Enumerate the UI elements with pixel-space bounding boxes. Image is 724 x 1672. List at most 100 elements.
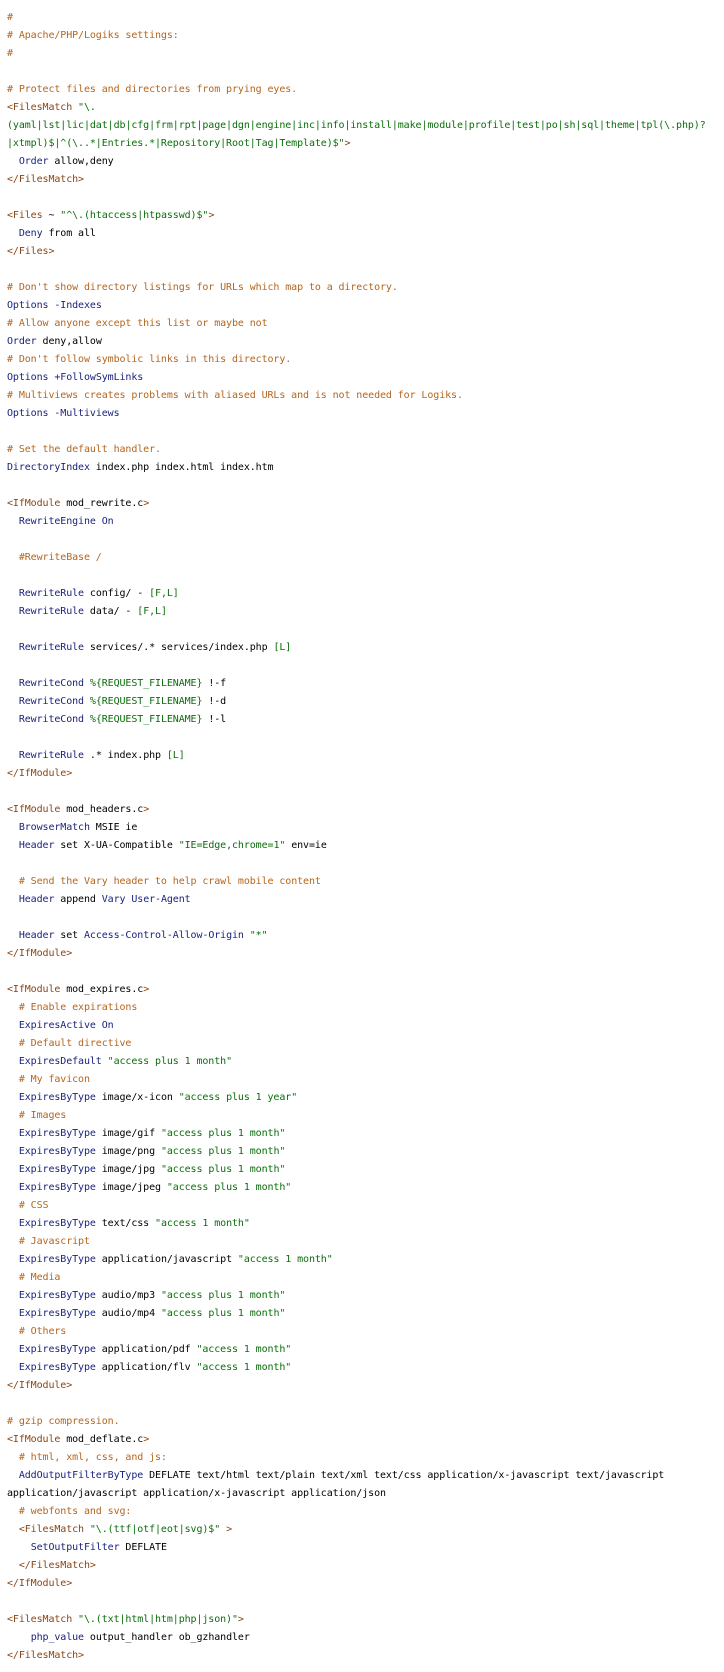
code-line: RewriteRule data/ - [F,L] (7, 603, 724, 621)
directive-token: ExpiresByType (18, 1344, 96, 1355)
code-line: # Set the default handler. (7, 441, 724, 459)
comment-token: # webfonts and svg: (18, 1506, 132, 1517)
text-token: application/pdf (95, 1344, 197, 1355)
text-token: !-d (202, 696, 227, 707)
code-line: RewriteRule config/ - [F,L] (7, 585, 724, 603)
tag-token: > (226, 1524, 232, 1535)
text-token: set X-UA-Compatible (54, 840, 179, 851)
string-token: "access plus 1 month" (160, 1164, 286, 1175)
string-token: "access plus 1 year" (178, 1092, 298, 1103)
code-line: |xtmpl)$|^(\..*|Entries.*|Repository|Roo… (7, 135, 724, 153)
code-line: RewriteCond %{REQUEST_FILENAME} !-f (7, 675, 724, 693)
code-line: # (7, 45, 724, 63)
string-token: "^\.(htaccess|htpasswd)$" (60, 210, 209, 221)
text-token: image/png (95, 1146, 161, 1157)
text-token: DEFLATE text/html text/plain text/xml te… (143, 1470, 665, 1481)
directive-token: ExpiresByType (18, 1254, 96, 1265)
code-line: ExpiresByType audio/mp4 "access plus 1 m… (7, 1305, 724, 1323)
directive-token: Header (18, 840, 55, 851)
code-line: php_value output_handler ob_gzhandler (7, 1629, 724, 1647)
string-token: [L] (273, 642, 292, 653)
directive-token: RewriteRule (18, 588, 84, 599)
comment-token: # Don't show directory listings for URLs… (7, 282, 398, 293)
comment-token: # Set the default handler. (7, 444, 161, 455)
text-token: mod_headers.c (66, 804, 144, 815)
code-line: # html, xml, css, and js: (7, 1449, 724, 1467)
string-token: "access 1 month" (237, 1254, 333, 1265)
tag-token: > (143, 1434, 150, 1445)
comment-token: # (7, 48, 13, 59)
code-line: </Files> (7, 243, 724, 261)
code-line: </FilesMatch> (7, 171, 724, 189)
text-token: allow,deny (48, 156, 114, 167)
comment-token: # Javascript (18, 1236, 90, 1247)
code-line: Options -Indexes (7, 297, 724, 315)
code-view: # # Apache/PHP/Logiks settings: # # Protec… (0, 0, 724, 1665)
code-line: ExpiresDefault "access plus 1 month" (7, 1053, 724, 1071)
directive-token: ExpiresByType (18, 1128, 96, 1139)
directive-token: RewriteCond (18, 714, 84, 725)
code-line: #RewriteBase / (7, 549, 724, 567)
code-line: # Images (7, 1107, 724, 1125)
tag-token: </FilesMatch> (18, 1560, 96, 1571)
comment-token: # Default directive (18, 1038, 132, 1049)
directive-token: RewriteRule (18, 642, 84, 653)
code-line: ExpiresByType text/css "access 1 month" (7, 1215, 724, 1233)
text-token: ~ (48, 210, 61, 221)
directive-token: ExpiresActive (18, 1020, 96, 1031)
directive-token: RewriteCond (18, 678, 84, 689)
directive-token: BrowserMatch (18, 822, 90, 833)
comment-token: # Media (18, 1272, 61, 1283)
text-token: image/gif (95, 1128, 161, 1139)
comment-token: # CSS (18, 1200, 49, 1211)
code-line: # Media (7, 1269, 724, 1287)
directive-token: ExpiresByType (18, 1362, 96, 1373)
tag-token: </IfModule> (7, 948, 73, 959)
text-token: text/css (95, 1218, 156, 1229)
text-token: config/ - (83, 588, 150, 599)
directive-token: Access-Control-Allow-Origin (83, 930, 244, 941)
code-line: # Protect files and directories from pry… (7, 81, 724, 99)
tag-token: > (344, 138, 351, 149)
tag-token: <IfModule (7, 804, 67, 815)
text-token: output_handler ob_gzhandler (83, 1632, 250, 1643)
directive-token: DirectoryIndex (7, 462, 90, 473)
directive-token: -Multiviews (54, 408, 120, 419)
code-line: Order allow,deny (7, 153, 724, 171)
code-line: RewriteCond %{REQUEST_FILENAME} !-d (7, 693, 724, 711)
string-token: [F,L] (149, 588, 179, 599)
code-line: # Don't follow symbolic links in this di… (7, 351, 724, 369)
string-token: %{REQUEST_FILENAME} (89, 678, 203, 689)
text-token: .* index.php (83, 750, 167, 761)
text-token: DEFLATE (119, 1542, 167, 1553)
string-token: (yaml|lst|lic|dat|db|cfg|frm|rpt|page|dg… (7, 120, 706, 131)
comment-token: # Send the Vary header to help crawl mob… (18, 876, 321, 887)
text-token: application/javascript (95, 1254, 238, 1265)
tag-token: </IfModule> (7, 1380, 73, 1391)
code-line: RewriteRule .* index.php [L] (7, 747, 724, 765)
code-line: ExpiresByType image/jpg "access plus 1 m… (7, 1161, 724, 1179)
code-line: </FilesMatch> (7, 1557, 724, 1575)
text-token: mod_expires.c (66, 984, 144, 995)
directive-token: Order (7, 336, 37, 347)
string-token: |xtmpl)$|^(\..*|Entries.*|Repository|Roo… (7, 138, 345, 149)
string-token: [L] (166, 750, 185, 761)
